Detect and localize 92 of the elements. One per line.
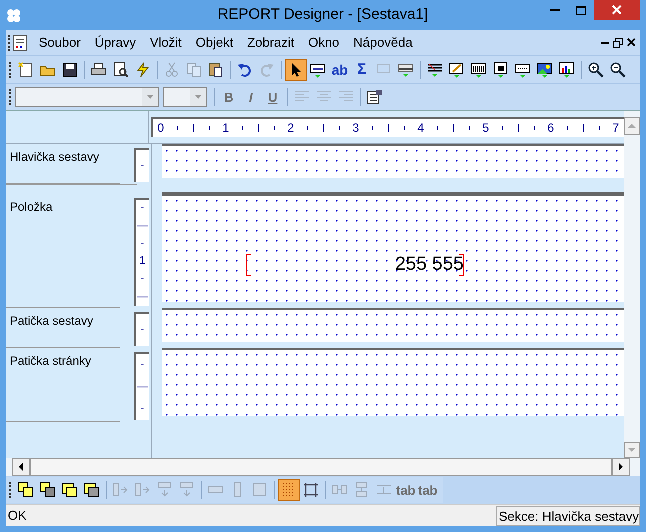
frame-icon [303,482,319,498]
ruler-mark: 1 [139,256,146,268]
ruler-label: 5 [482,120,490,137]
left-arrow-icon [19,463,23,471]
text-button[interactable]: ab [329,58,351,80]
band-icon [427,62,443,78]
lightning-icon [135,62,151,78]
layer-forward-icon [62,482,78,498]
scissors-icon [164,62,180,78]
layer-back-icon [40,482,56,498]
line-icon [398,62,414,78]
section-label: Položka [6,198,120,308]
ruler-label: 1 [222,120,230,137]
dropdown-arrow-icon [146,95,154,99]
new-document-icon [18,62,34,78]
app-icon [6,8,22,24]
menu-item[interactable]: Nápověda [348,32,419,52]
close-icon [612,5,622,15]
sum-button[interactable]: Σ [351,58,373,80]
minimize-icon[interactable] [601,42,609,44]
same-size-icon [252,482,268,498]
zoom-in-icon [588,62,604,78]
zoom-out-icon [610,62,626,78]
scroll-right-button[interactable] [612,458,630,476]
menu-item[interactable]: Okno [302,32,346,52]
layer-front-icon [18,482,34,498]
up-arrow-icon [628,124,636,128]
maximize-icon [576,6,586,14]
section-label: Hlavička sestavy [6,148,120,184]
ruler-mark: — [137,382,148,392]
pencil-frame-icon [449,62,465,78]
ruler-label: 6 [546,120,556,137]
ruler-mark: - [140,404,144,414]
ruler-label: 7 [612,120,620,137]
printer-icon [91,62,107,78]
ruler-mark: - [140,360,144,370]
ruler-mark: — [137,220,148,232]
menu-item[interactable]: Soubor [33,32,87,52]
report-field[interactable]: 255 555 [246,254,464,276]
pointer-button[interactable] [285,58,307,80]
horizontal-spacing-icon [135,482,151,498]
ruler-mark: — [137,292,148,303]
dropdown-arrow-icon [194,95,202,99]
down-arrow-icon [628,448,636,452]
square-frame-icon [493,62,509,78]
bar-chart-icon [559,62,575,78]
section-band[interactable]: 255 555 [162,194,624,302]
vertical-spacing-icon [179,482,195,498]
ruler-mark: - [140,160,144,172]
document-icon [13,34,27,50]
section-band[interactable] [162,348,624,416]
close-button[interactable] [594,0,640,20]
ruler-mark: - [140,203,144,214]
vertical-spacing-icon [157,482,173,498]
menu-item[interactable]: Úpravy [88,32,142,52]
ruler-label: 4 [416,120,426,137]
magnifier-page-icon [113,62,129,78]
ruler-label: 2 [286,120,296,137]
undo-icon [237,62,253,78]
properties-icon [367,89,383,105]
layer-backward-icon [84,482,100,498]
menu-item[interactable]: Vložit [144,32,188,52]
dashed-frame-icon [515,62,531,78]
ruler-mark: - [140,238,144,250]
menu-item[interactable]: Zobrazit [241,32,300,52]
vertical-center-icon [354,482,370,498]
scroll-left-button[interactable] [12,458,30,476]
section-label: Patička stránky [6,352,120,422]
section-band[interactable] [162,144,624,178]
window-title: REPORT Designer - [Sestava1] [218,4,428,25]
section-band[interactable] [162,308,624,342]
menu-item[interactable]: Objekt [190,32,240,52]
status-message: OK [8,506,28,525]
barcode-icon [471,62,487,78]
ruler-mark: - [140,274,144,285]
clipboard-icon [208,62,224,78]
picture-icon [537,62,553,78]
right-arrow-icon [619,463,623,471]
minimize-icon [550,9,560,11]
scrollbar-thumb[interactable] [30,458,612,476]
section-label: Patička sestavy [6,312,120,348]
close-icon[interactable] [627,38,636,47]
restore-icon[interactable] [613,38,623,48]
ruler-label: 3 [352,120,360,137]
status-section: Sekce: Hlavička sestavy [496,506,640,526]
ruler-mark: - [140,324,144,336]
redo-icon [259,62,275,78]
copy-icon [186,62,202,78]
grid-button[interactable] [278,479,300,501]
horizontal-spacing-icon [113,482,129,498]
text-field-icon [310,62,326,78]
ruler-label: 0 [156,120,166,137]
